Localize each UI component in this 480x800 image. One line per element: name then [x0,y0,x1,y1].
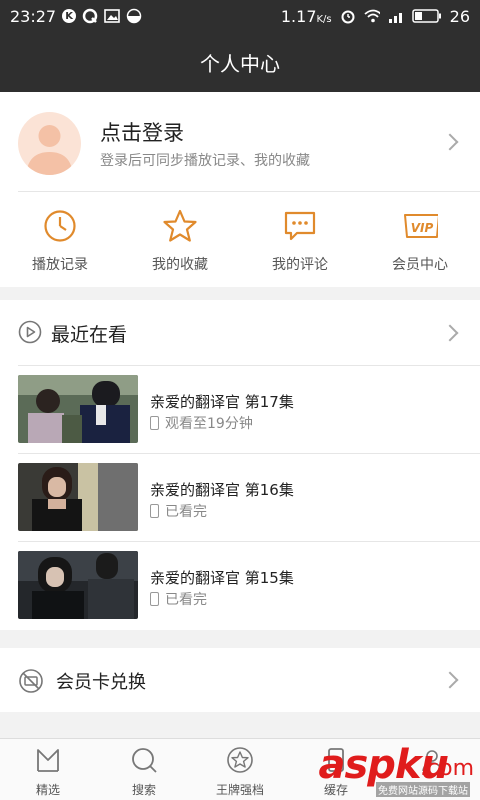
avatar[interactable] [18,112,81,175]
episode-status: 已看完 [150,589,207,609]
tab-featured[interactable]: 精选 [0,739,96,800]
list-item[interactable]: 亲爱的翻译官 第15集 已看完 [0,542,480,629]
login-subtitle: 登录后可同步播放记录、我的收藏 [100,153,310,169]
quick-actions: 播放记录 我的收藏 我的评论 VIP 会员中心 [0,192,480,287]
episode-status: 观看至19分钟 [150,413,253,433]
chevron-right-icon [441,133,459,151]
featured-icon [34,746,62,778]
quick-item-history[interactable]: 播放记录 [0,192,120,287]
quick-label-favorites: 我的收藏 [152,257,208,273]
vip-card-redeem[interactable]: 会员卡兑换 [0,648,480,712]
network-speed: 1.17K/s [280,6,332,26]
play-circle-icon [18,320,42,348]
phone-icon [150,504,159,518]
page-title: 个人中心 [200,51,280,76]
tab-label: 精选 [35,783,60,797]
episode-status: 已看完 [150,501,207,521]
login-card[interactable]: 点击登录 登录后可同步播放记录、我的收藏 [0,92,480,192]
search-icon [130,746,158,778]
video-thumbnail[interactable] [18,551,138,619]
list-item[interactable]: 亲爱的翻译官 第17集 观看至19分钟 [0,366,480,453]
vip-icon: VIP [402,208,438,244]
list-item[interactable]: 亲爱的翻译官 第16集 已看完 [0,454,480,541]
video-thumbnail[interactable] [18,375,138,443]
wifi-icon [364,8,380,24]
quick-label-vip: 会员中心 [392,257,448,273]
comment-icon [282,208,318,244]
k-app-icon: K [62,9,77,23]
vip-icon-text: VIP [411,221,434,235]
recent-section: 最近在看 亲爱的翻译官 第17集 观看至19分钟 亲爱的翻译官 第16集 已看完… [0,300,480,630]
card-off-icon [18,668,44,698]
watermark-suffix: .com [420,756,474,781]
chevron-right-icon [441,671,459,689]
image-icon [104,8,120,24]
recent-header[interactable]: 最近在看 [0,300,480,365]
episode-title: 亲爱的翻译官 第15集 [150,569,294,587]
tab-label: 搜索 [131,783,156,797]
login-title[interactable]: 点击登录 [100,117,184,147]
battery-icon [411,8,442,24]
episode-title: 亲爱的翻译官 第17集 [150,393,294,411]
episode-title: 亲爱的翻译官 第16集 [150,481,294,499]
recent-title: 最近在看 [51,324,128,346]
quick-item-favorites[interactable]: 我的收藏 [120,192,240,287]
watermark-logo: aspku .com 免费网站源码下载站 [294,742,474,798]
tab-label: 王牌强档 [215,783,264,797]
quick-label-history: 播放记录 [32,257,88,273]
phone-icon [150,416,159,430]
title-bar: 个人中心 [0,32,480,92]
alarm-icon [340,8,356,24]
video-thumbnail[interactable] [18,463,138,531]
half-circle-icon [126,8,142,24]
clock-icon [42,208,78,244]
signal-icon [388,8,404,24]
quick-item-vip[interactable]: VIP 会员中心 [360,192,480,287]
vip-card-title: 会员卡兑换 [56,672,146,693]
q-app-icon [82,8,98,24]
quick-label-comments: 我的评论 [272,257,328,273]
watermark-subtitle: 免费网站源码下载站 [376,782,470,797]
star-icon [226,746,254,778]
status-bar: 23:27 K 1.17K/s 26 [0,0,480,32]
chevron-right-icon [441,324,459,342]
tab-search[interactable]: 搜索 [96,739,192,800]
quick-item-comments[interactable]: 我的评论 [240,192,360,287]
phone-icon [150,592,159,606]
status-time: 23:27 [10,6,57,26]
star-icon [162,208,198,244]
battery-level: 26 [449,6,470,26]
tab-top-shows[interactable]: 王牌强档 [192,739,288,800]
